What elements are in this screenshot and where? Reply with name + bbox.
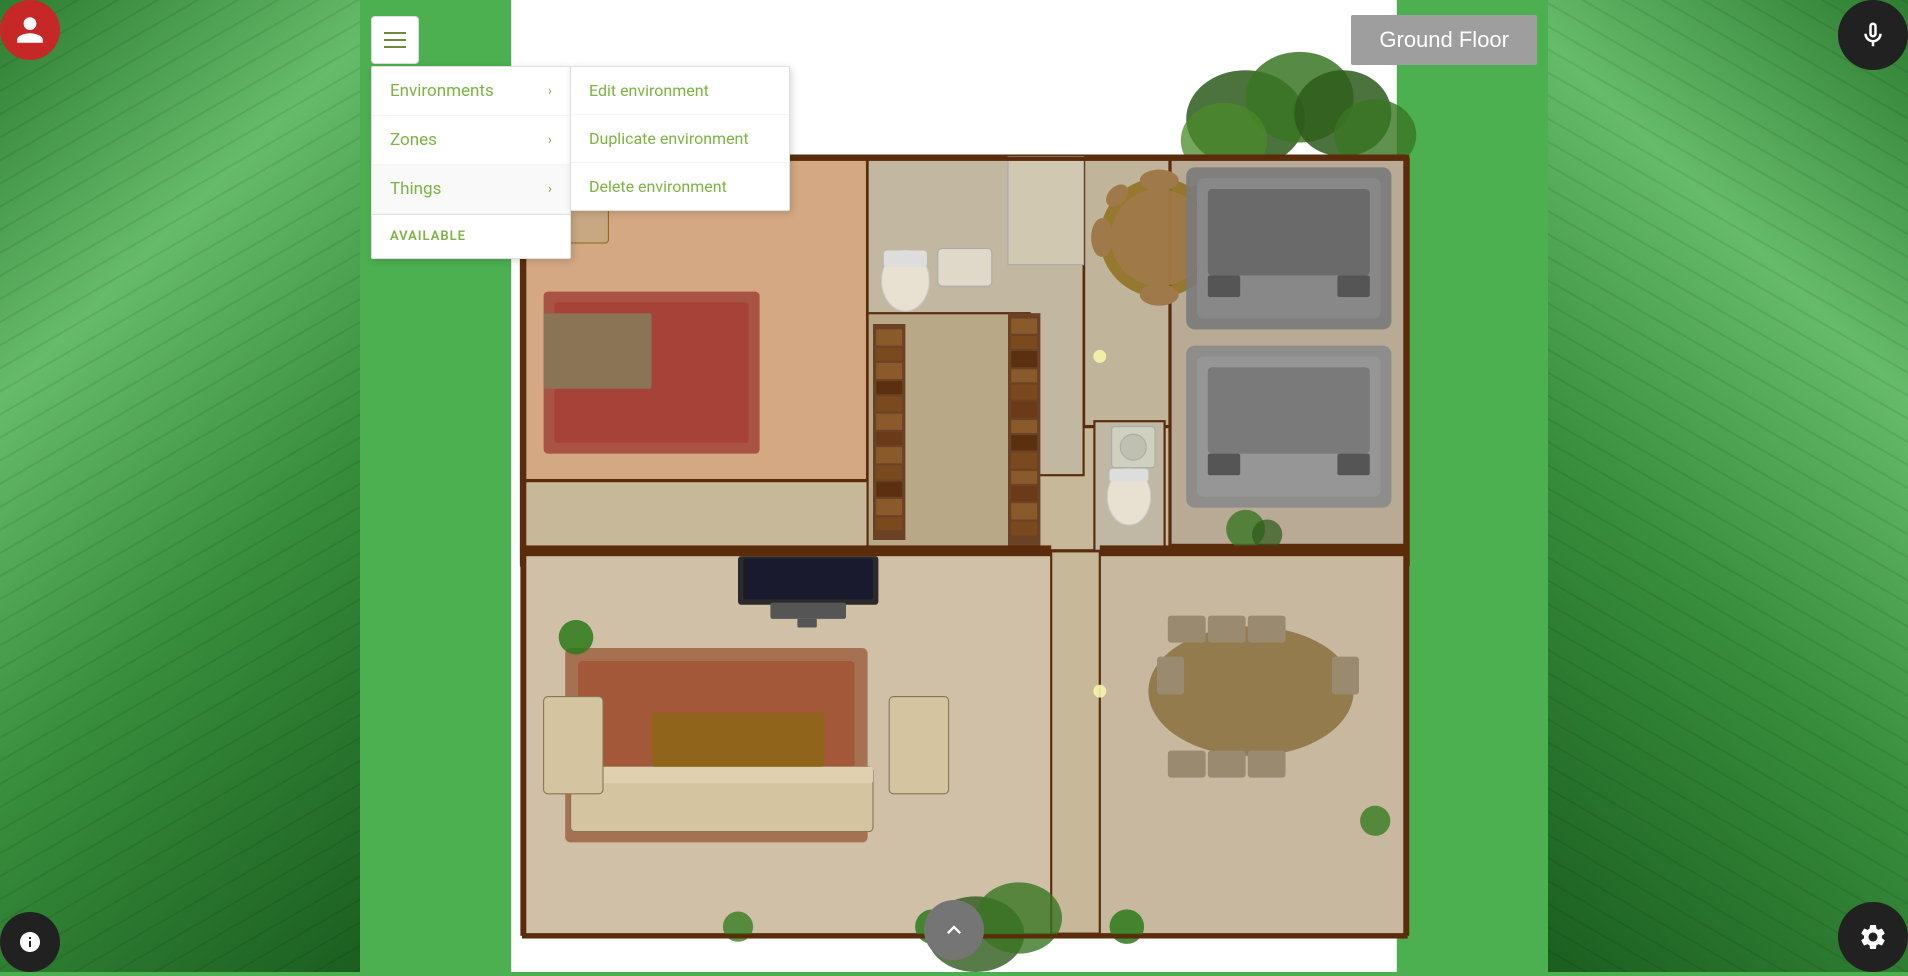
ground-floor-button[interactable]: Ground Floor <box>1351 15 1537 65</box>
menu-item-things[interactable]: Things › <box>372 165 570 214</box>
user-avatar[interactable] <box>0 0 60 60</box>
submenu-edit-label: Edit environment <box>589 81 709 100</box>
submenu-environments: Edit environment Duplicate environment D… <box>570 66 790 211</box>
chevron-right-icon-3: › <box>548 181 552 197</box>
top-bar: Environments › Zones › Things › AVAILABL… <box>355 0 1553 80</box>
info-button[interactable] <box>0 912 60 972</box>
menu-wrapper: Environments › Zones › Things › AVAILABL… <box>371 16 419 64</box>
floor-plan-container: STAIRS UP <box>355 0 1553 972</box>
menu-item-available[interactable]: AVAILABLE <box>372 214 570 258</box>
menu-item-zones[interactable]: Zones › <box>372 116 570 165</box>
dropdown-menu: Environments › Zones › Things › AVAILABL… <box>371 66 571 259</box>
chevron-right-icon: › <box>548 83 552 99</box>
submenu-duplicate-label: Duplicate environment <box>589 129 749 148</box>
submenu-duplicate-environment[interactable]: Duplicate environment <box>571 115 789 163</box>
submenu-edit-environment[interactable]: Edit environment <box>571 67 789 115</box>
bg-leaf-right <box>1548 0 1908 972</box>
submenu-delete-environment[interactable]: Delete environment <box>571 163 789 210</box>
hamburger-button[interactable] <box>371 16 419 64</box>
submenu-delete-label: Delete environment <box>589 177 727 196</box>
menu-item-things-label: Things <box>390 179 441 199</box>
settings-button[interactable] <box>1838 902 1908 972</box>
menu-item-available-label: AVAILABLE <box>390 229 466 244</box>
bg-leaf-left <box>0 0 360 972</box>
up-arrow-button[interactable] <box>924 900 984 960</box>
hamburger-line-3 <box>384 46 406 48</box>
menu-item-zones-label: Zones <box>390 130 437 150</box>
mic-button[interactable] <box>1838 0 1908 70</box>
chevron-right-icon-2: › <box>548 132 552 148</box>
menu-item-environments[interactable]: Environments › <box>372 67 570 116</box>
menu-item-environments-label: Environments <box>390 81 494 101</box>
hamburger-line-1 <box>384 32 406 34</box>
hamburger-line-2 <box>384 39 406 41</box>
